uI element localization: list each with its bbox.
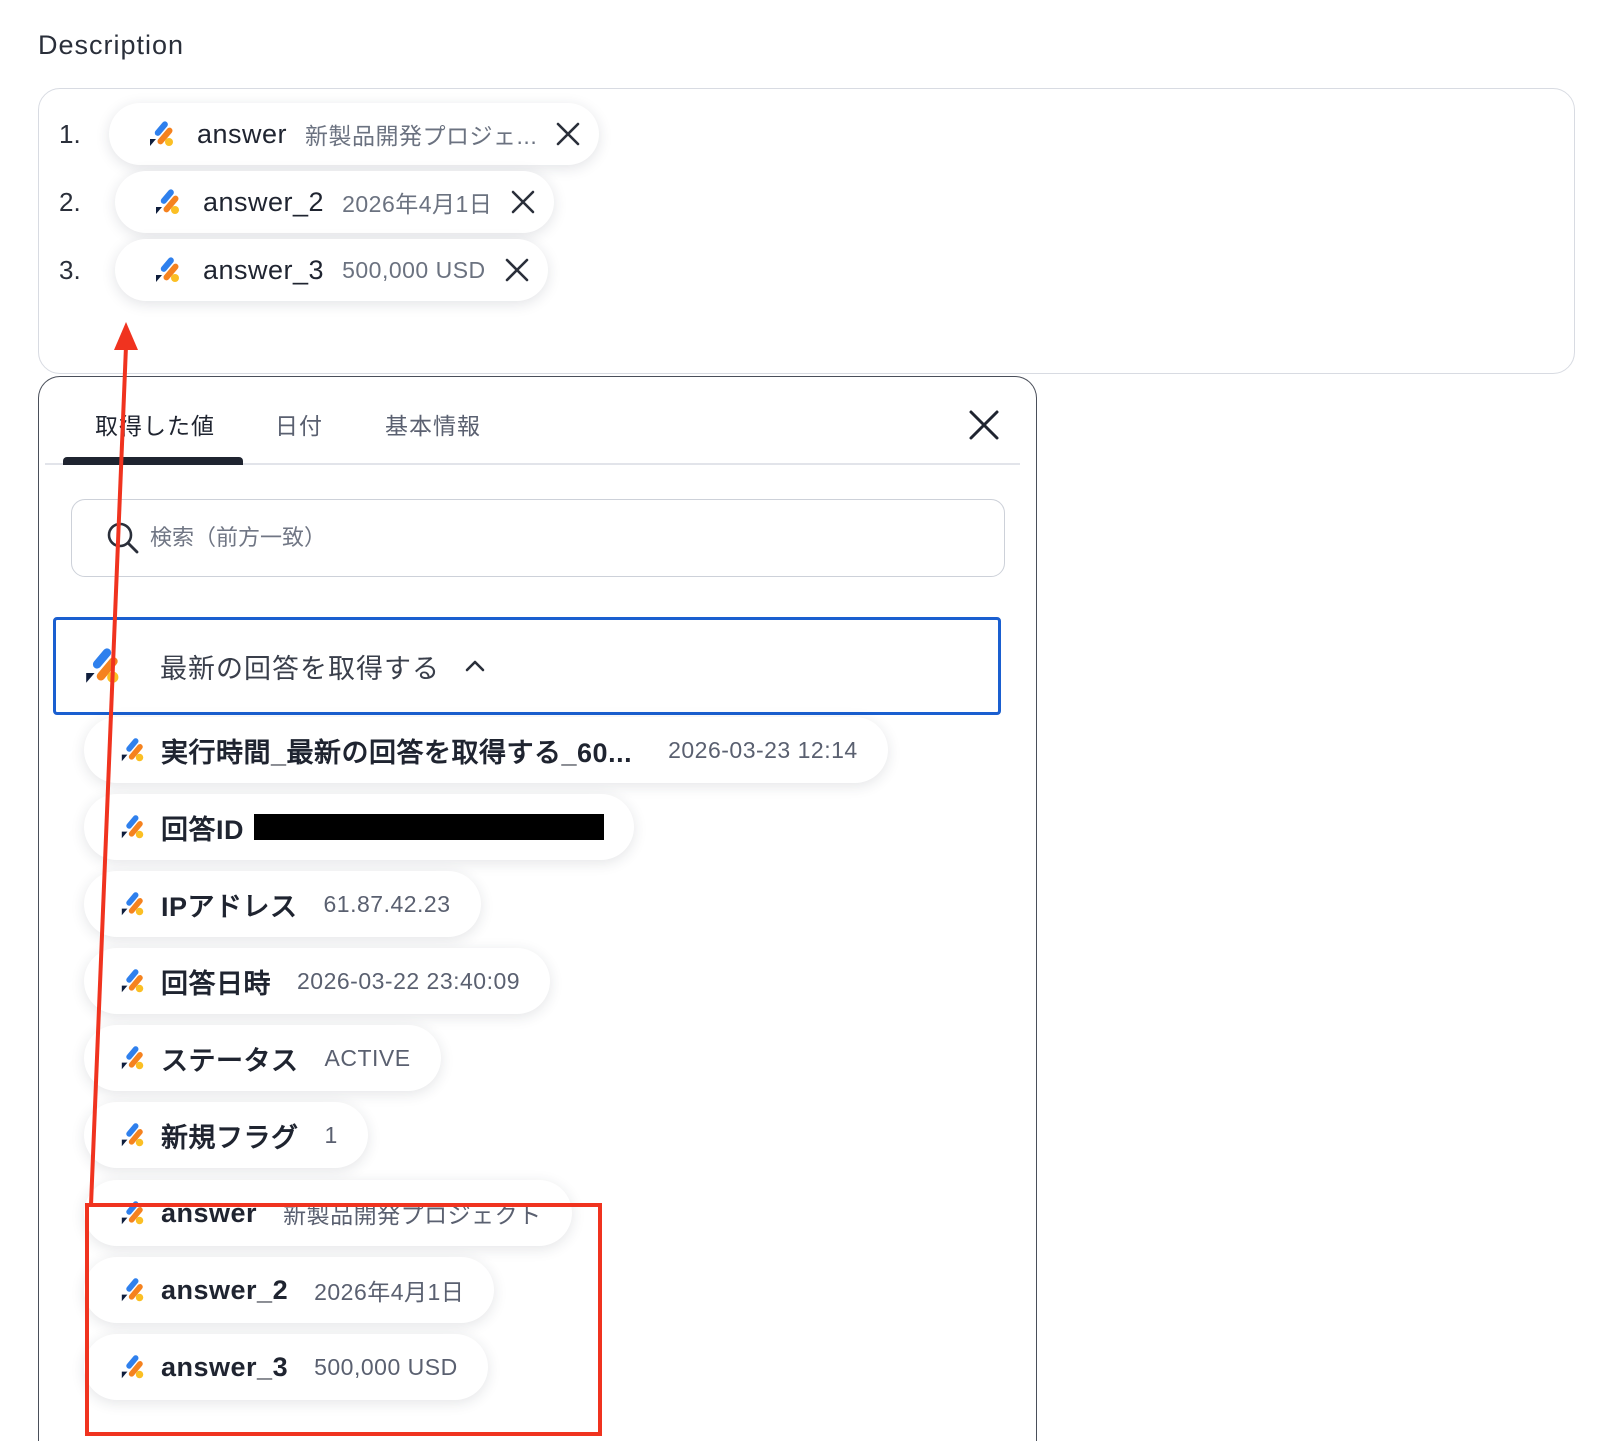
- variable-value: ACTIVE: [324, 1044, 411, 1071]
- variable-pill-answer-2[interactable]: answer_2 2026年4月1日: [115, 171, 555, 233]
- variable-item-answer-id[interactable]: 回答ID: [84, 794, 634, 860]
- app-logo-icon: [119, 813, 147, 841]
- variable-name: answer_2: [203, 186, 325, 217]
- variable-name: answer: [197, 118, 288, 149]
- variable-pill-answer[interactable]: answer 新製品開発プロジェ...: [109, 103, 600, 165]
- variable-name: 回答ID: [161, 814, 244, 845]
- variable-name: answer: [161, 1197, 258, 1228]
- tab-basic-info[interactable]: 基本情報: [385, 407, 481, 441]
- variable-item-new-flag[interactable]: 新規フラグ 1: [84, 1102, 368, 1168]
- search-field[interactable]: [71, 499, 1005, 577]
- variable-item-status[interactable]: ステータス ACTIVE: [84, 1025, 441, 1091]
- chevron-up-icon[interactable]: [464, 655, 486, 677]
- close-icon[interactable]: [553, 119, 583, 149]
- close-icon[interactable]: [502, 255, 532, 285]
- app-logo-icon: [119, 1276, 147, 1304]
- variable-name: IPアドレス: [161, 891, 298, 922]
- variable-value: 1: [324, 1121, 338, 1148]
- variable-name: 回答日時: [161, 968, 271, 999]
- tab-bar: 取得した値 日付 基本情報: [45, 377, 1020, 465]
- redacted-value: [254, 814, 604, 840]
- variable-value: 500,000 USD: [314, 1353, 458, 1380]
- close-icon[interactable]: [508, 187, 538, 217]
- variable-name: answer_3: [161, 1351, 289, 1382]
- search-icon: [107, 522, 139, 554]
- variable-name: answer_2: [161, 1274, 289, 1305]
- variable-value: 500,000 USD: [342, 256, 486, 283]
- app-logo-icon: [82, 645, 124, 687]
- description-label: Description: [38, 30, 185, 60]
- variable-pill-answer-3[interactable]: answer_3 500,000 USD: [115, 239, 548, 301]
- search-input[interactable]: [150, 525, 950, 551]
- tab-date[interactable]: 日付: [275, 407, 323, 441]
- variable-item-ip-address[interactable]: IPアドレス 61.87.42.23: [84, 871, 481, 937]
- close-icon[interactable]: [964, 405, 1004, 445]
- app-logo-icon: [119, 1121, 147, 1149]
- variable-value: 新製品開発プロジェ...: [305, 123, 538, 149]
- app-logo-icon: [119, 967, 147, 995]
- variable-item-execution-time[interactable]: 実行時間_最新の回答を取得する_60... 2026-03-23 12:14: [84, 717, 888, 783]
- variable-value: 2026年4月1日: [342, 191, 493, 217]
- app-logo-icon: [119, 1044, 147, 1072]
- variable-value: 2026年4月1日: [314, 1279, 465, 1305]
- app-logo-icon: [153, 187, 183, 217]
- list-index: 1.: [59, 118, 81, 149]
- app-logo-icon: [119, 1353, 147, 1381]
- variable-name: answer_3: [203, 254, 325, 285]
- variable-item-answer-2[interactable]: answer_2 2026年4月1日: [84, 1257, 495, 1323]
- variable-value: 新製品開発プロジェクト: [283, 1202, 542, 1228]
- variable-value: 2026-03-22 23:40:09: [297, 967, 521, 994]
- variable-item-answer-3[interactable]: answer_3 500,000 USD: [84, 1334, 488, 1400]
- variable-picker-panel: 取得した値 日付 基本情報 最新の回答を取得する 実行時間_最新の回答を取得する…: [38, 376, 1037, 1441]
- app-logo-icon: [119, 1199, 147, 1227]
- app-logo-icon: [119, 890, 147, 918]
- app-logo-icon: [153, 255, 183, 285]
- variable-name: 実行時間_最新の回答を取得する_60...: [161, 737, 633, 768]
- app-logo-icon: [147, 119, 177, 149]
- variable-value: 2026-03-23 12:14: [668, 736, 858, 763]
- variable-name: ステータス: [161, 1045, 299, 1076]
- description-row: 1. answer 新製品開発プロジェ...: [59, 103, 600, 165]
- variable-value: 61.87.42.23: [323, 890, 451, 917]
- variable-name: 新規フラグ: [161, 1122, 299, 1153]
- list-index: 2.: [59, 186, 81, 217]
- variable-item-answer[interactable]: answer 新製品開発プロジェクト: [84, 1180, 572, 1246]
- list-index: 3.: [59, 254, 81, 285]
- description-row: 3. answer_3 500,000 USD: [59, 239, 548, 301]
- group-header-latest-answer[interactable]: 最新の回答を取得する: [53, 617, 1001, 715]
- tab-acquired-values[interactable]: 取得した値: [95, 407, 215, 441]
- description-editor[interactable]: 1. answer 新製品開発プロジェ... 2. answer_2 2026年…: [38, 88, 1575, 374]
- active-tab-indicator: [63, 457, 243, 465]
- app-logo-icon: [119, 736, 147, 764]
- description-row: 2. answer_2 2026年4月1日: [59, 171, 555, 233]
- group-label: 最新の回答を取得する: [160, 653, 440, 684]
- variable-item-answer-datetime[interactable]: 回答日時 2026-03-22 23:40:09: [84, 948, 551, 1014]
